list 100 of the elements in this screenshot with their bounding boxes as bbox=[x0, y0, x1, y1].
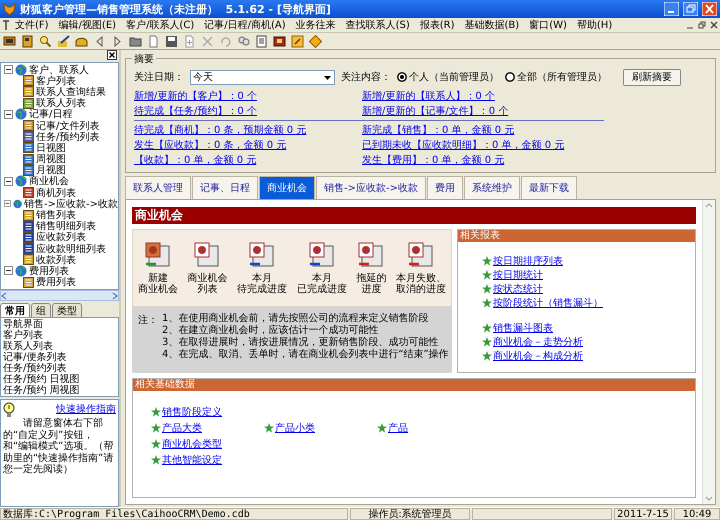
list-item[interactable]: 导航界面 bbox=[3, 319, 116, 330]
collapse-icon[interactable] bbox=[4, 199, 11, 208]
notes-icon[interactable] bbox=[255, 34, 268, 48]
tab[interactable]: 联系人管理 bbox=[125, 176, 191, 199]
list-icon bbox=[23, 131, 34, 142]
tree-item[interactable]: 应收款列表 bbox=[36, 230, 86, 244]
collapse-icon[interactable] bbox=[4, 266, 13, 276]
folder-icon[interactable] bbox=[129, 34, 142, 48]
menu-item[interactable]: 业务往来 bbox=[290, 18, 341, 32]
close-icon[interactable] bbox=[107, 50, 117, 60]
list-item[interactable]: 记事/便条列表 bbox=[3, 352, 116, 363]
scroll-right-icon[interactable] bbox=[112, 292, 118, 300]
menu-item[interactable]: 编辑/视图(E) bbox=[54, 18, 122, 32]
people-icon[interactable] bbox=[237, 34, 250, 48]
list-icon bbox=[23, 210, 34, 221]
radio-option[interactable]: 个人（当前管理员） bbox=[397, 70, 499, 84]
list-item[interactable]: 联系人列表 bbox=[3, 341, 116, 352]
list-item[interactable]: 任务/预约 日视图 bbox=[3, 374, 116, 385]
refresh-button[interactable]: 刷新摘要 bbox=[623, 68, 681, 86]
search-icon[interactable] bbox=[39, 34, 52, 48]
panel-tab[interactable]: 常用 bbox=[0, 303, 30, 317]
collapse-icon[interactable] bbox=[4, 110, 13, 119]
summary-link[interactable]: 待完成【商机】：0 条，预期金额 0 元 bbox=[134, 125, 306, 136]
summary-link[interactable]: 发生【费用】：0 单，金额 0 元 bbox=[362, 155, 504, 166]
data-link[interactable]: 其他智能设定 bbox=[162, 452, 222, 466]
report-link[interactable]: 销售漏斗图表 bbox=[493, 320, 553, 334]
minimize-button[interactable] bbox=[664, 2, 679, 16]
data-link[interactable]: 产品 bbox=[388, 420, 408, 434]
collapse-icon[interactable] bbox=[4, 65, 13, 74]
list-item[interactable]: 客户列表 bbox=[3, 330, 116, 341]
card-icon[interactable] bbox=[21, 34, 34, 48]
report-link[interactable]: 按状态统计 bbox=[493, 282, 543, 296]
menu-item[interactable]: 窗口(W) bbox=[524, 18, 572, 32]
summary-link[interactable]: 新完成【销售】：0 单，金额 0 元 bbox=[362, 125, 514, 136]
report-link[interactable]: 商业机会－构成分析 bbox=[493, 348, 583, 362]
list-item[interactable]: 任务/预约 周视图 bbox=[3, 385, 116, 396]
restore-button[interactable] bbox=[683, 2, 698, 16]
summary-link[interactable]: 新增/更新的【联系人】：0 个 bbox=[362, 91, 495, 102]
globe-icon bbox=[15, 64, 27, 76]
summary-link[interactable]: 新增/更新的【记事/文件】：0 个 bbox=[362, 106, 508, 117]
tree-item[interactable]: 费用列表 bbox=[36, 275, 76, 289]
tree-item[interactable]: 记事/日程 bbox=[29, 107, 72, 122]
scroll-left-icon[interactable] bbox=[1, 292, 7, 300]
guide-link[interactable]: 快速操作指南 bbox=[56, 402, 116, 416]
menu-item[interactable]: 文件(F) bbox=[10, 18, 54, 32]
summary-link[interactable]: 【收款】：0 单，金额 0 元 bbox=[134, 155, 256, 166]
panel-tab[interactable]: 类型 bbox=[52, 303, 82, 317]
data-link[interactable]: 销售阶段定义 bbox=[162, 404, 222, 418]
menu-item[interactable]: 记事/日程/商机(A) bbox=[199, 18, 291, 32]
report-link[interactable]: 按日期排序列表 bbox=[493, 254, 563, 268]
report-link[interactable]: 商业机会－走势分析 bbox=[493, 334, 583, 348]
action-button[interactable]: 本月失败、 取消的进度 bbox=[396, 242, 446, 294]
section-header: 相关报表 bbox=[458, 230, 695, 242]
list-icon bbox=[23, 164, 34, 176]
menu-item[interactable]: 帮助(H) bbox=[572, 18, 618, 32]
tab[interactable]: 销售->应收款->收款 bbox=[316, 176, 426, 199]
tab[interactable]: 最新下载 bbox=[520, 176, 577, 199]
tree-item[interactable]: 销售列表 bbox=[36, 208, 76, 222]
menu-item[interactable]: 报表(R) bbox=[414, 18, 460, 32]
menu-item[interactable]: 基础数据(B) bbox=[460, 18, 524, 32]
action-button[interactable]: 本月 已完成进度 bbox=[296, 242, 347, 294]
data-link[interactable]: 产品大类 bbox=[162, 420, 202, 434]
document-icon[interactable] bbox=[147, 34, 160, 48]
action-button[interactable]: 新建 商业机会 bbox=[138, 242, 178, 294]
data-link[interactable]: 商业机会类型 bbox=[162, 436, 222, 450]
report-link[interactable]: 按日期统计 bbox=[493, 268, 543, 282]
summary-link[interactable]: 已到期未收【应收款明细】：0 单，金额 0 元 bbox=[362, 140, 564, 151]
diamond-icon[interactable] bbox=[309, 34, 322, 48]
monitor-icon[interactable] bbox=[3, 34, 16, 48]
summary-link[interactable]: 发生【应收款】：0 条，金额 0 元 bbox=[134, 140, 286, 151]
horizontal-scrollbar[interactable] bbox=[0, 290, 119, 301]
summary-link[interactable]: 待完成【任务/预约】：0 个 bbox=[134, 106, 257, 117]
tab[interactable]: 费用 bbox=[426, 176, 463, 199]
radio-option[interactable]: 全部（所有管理员） bbox=[505, 70, 607, 84]
menu-item[interactable]: 客户/联系人(C) bbox=[121, 18, 200, 32]
tab[interactable]: 记事、日程 bbox=[192, 176, 258, 199]
list-item[interactable]: 任务/预约列表 bbox=[3, 363, 116, 374]
tab[interactable]: 系统维护 bbox=[464, 176, 520, 199]
pen-icon[interactable] bbox=[57, 34, 70, 48]
vertical-scrollbar[interactable] bbox=[702, 200, 715, 504]
list-icon bbox=[23, 154, 34, 165]
menu-item[interactable]: 查找联系人(S) bbox=[340, 18, 415, 32]
report-link[interactable]: 按阶段统计（销售漏斗） bbox=[493, 296, 603, 310]
action-button[interactable]: 本月 待完成进度 bbox=[237, 242, 288, 294]
panel-tab[interactable]: 组 bbox=[31, 303, 51, 317]
restore-icon[interactable] bbox=[698, 21, 706, 29]
close-button[interactable] bbox=[702, 2, 717, 16]
date-dropdown[interactable]: 今天 bbox=[190, 70, 335, 84]
collapse-icon[interactable] bbox=[4, 176, 13, 186]
data-link[interactable]: 产品小类 bbox=[275, 420, 315, 434]
radio-icon[interactable] bbox=[505, 72, 515, 82]
save-icon[interactable] bbox=[165, 34, 178, 48]
radio-icon[interactable] bbox=[397, 72, 407, 82]
action-button[interactable]: 拖延的 进度 bbox=[356, 242, 386, 294]
summary-link[interactable]: 新增/更新的【客户】：0 个 bbox=[134, 91, 257, 102]
section-header: 商业机会 bbox=[132, 207, 696, 224]
close-icon[interactable] bbox=[710, 21, 718, 29]
tab[interactable]: 商业机会 bbox=[259, 176, 315, 199]
new-document-icon[interactable] bbox=[183, 34, 196, 48]
action-button[interactable]: 商业机会 列表 bbox=[187, 242, 228, 294]
